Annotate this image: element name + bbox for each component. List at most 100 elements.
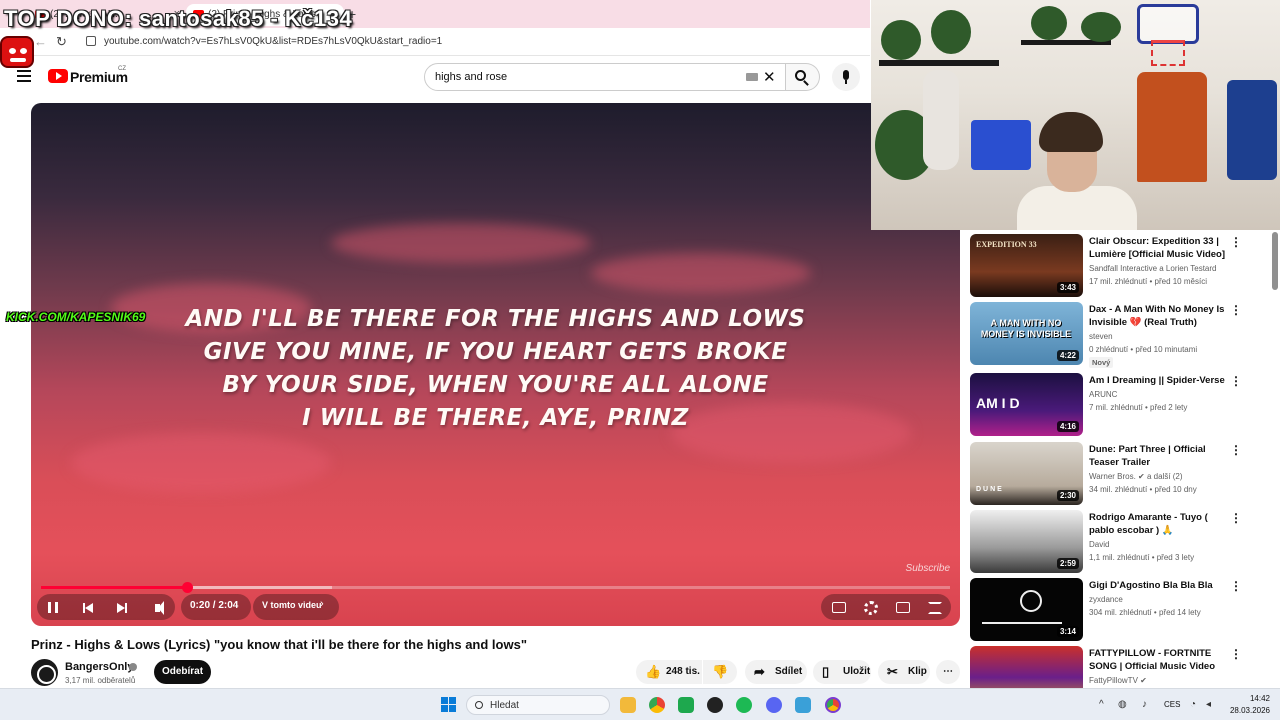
video-meta: 304 mil. zhlédnutí • před 14 lety	[1089, 608, 1201, 617]
thumbnail-figure	[1020, 590, 1042, 612]
video-thumbnail[interactable]: EXPEDITION 33 3:43	[970, 234, 1083, 297]
recommendation-item[interactable]: EXPEDITION 33 3:43 Clair Obscur: Expedit…	[970, 232, 1270, 298]
like-count: 248 tis.	[666, 666, 700, 677]
next-button[interactable]	[109, 596, 133, 620]
share-button[interactable]: ➦ Sdílet	[745, 660, 807, 684]
subscribe-watermark[interactable]: Subscribe	[906, 563, 950, 574]
video-thumbnail[interactable]	[970, 646, 1083, 688]
save-button[interactable]: ▯ Uložit	[813, 660, 871, 684]
lyrics-overlay: AND I'LL BE THERE FOR THE HIGHS AND LOWS…	[31, 303, 960, 435]
green-app-icon[interactable]	[678, 697, 694, 713]
lyric-line: AND I'LL BE THERE FOR THE HIGHS AND LOWS	[185, 306, 806, 332]
more-actions-button[interactable]: ⋯	[936, 660, 960, 684]
recommendation-item[interactable]: A MAN WITH NO MONEY IS INVISIBLE 4:22 Da…	[970, 300, 1270, 368]
recommendation-item[interactable]: FATTYPILLOW - FORTNITE SONG | Official M…	[970, 644, 1270, 688]
progress-scrubber[interactable]	[182, 582, 194, 593]
channel-name[interactable]: steven	[1089, 332, 1113, 341]
volume-button[interactable]	[149, 596, 173, 620]
chrome-profile-icon[interactable]	[825, 697, 841, 713]
more-vertical-icon[interactable]: ⋮	[1230, 579, 1242, 593]
channel-name[interactable]: ARUNC	[1089, 390, 1117, 399]
recommendation-item[interactable]: 2:59 Rodrigo Amarante - Tuyo ( pablo esc…	[970, 508, 1270, 574]
video-duration: 2:59	[1056, 558, 1079, 569]
fullscreen-button[interactable]	[923, 596, 947, 620]
more-vertical-icon[interactable]: ⋮	[1230, 647, 1242, 661]
hamburger-menu-icon[interactable]	[17, 70, 31, 82]
clock-time[interactable]: 14:42	[1226, 694, 1270, 703]
settings-button[interactable]	[859, 596, 883, 620]
recommendation-item[interactable]: AM I D 4:16 Am I Dreaming || Spider-Vers…	[970, 371, 1270, 437]
more-vertical-icon[interactable]: ⋮	[1230, 235, 1242, 249]
dislike-button[interactable]: 👎	[703, 660, 737, 684]
more-horizontal-icon: ⋯	[943, 666, 953, 677]
clock-date[interactable]: 28.03.2026	[1226, 706, 1270, 715]
discord-icon[interactable]	[766, 697, 782, 713]
sidebar-scrollbar[interactable]	[1272, 232, 1278, 290]
subtitles-button[interactable]	[827, 596, 851, 620]
video-title[interactable]: Rodrigo Amarante - Tuyo ( pablo escobar …	[1089, 511, 1227, 537]
voice-search-button[interactable]	[832, 63, 860, 91]
search-button[interactable]	[786, 63, 820, 91]
video-title[interactable]: Am I Dreaming || Spider-Verse	[1089, 374, 1227, 387]
recommendation-item[interactable]: DUNE 2:30 Dune: Part Three | Official Te…	[970, 440, 1270, 506]
channel-name[interactable]: zyxdance	[1089, 595, 1123, 604]
reload-icon[interactable]: ↻	[56, 34, 67, 50]
video-player[interactable]: AND I'LL BE THERE FOR THE HIGHS AND LOWS…	[31, 103, 960, 626]
clear-search-icon[interactable]: ✕	[763, 68, 776, 86]
taskbar-search-input[interactable]: Hledat	[466, 695, 610, 715]
video-title[interactable]: FATTYPILLOW - FORTNITE SONG | Official M…	[1089, 647, 1227, 673]
video-thumbnail[interactable]: 2:59	[970, 510, 1083, 573]
youtube-logo-icon[interactable]	[48, 69, 68, 83]
network-tray-icon[interactable]: ◍	[1118, 699, 1127, 710]
video-thumbnail[interactable]: DUNE 2:30	[970, 442, 1083, 505]
windows-taskbar: Hledat ^ ◍ ♪ CES ◔ ◂ 14:42 28.03.2026	[0, 688, 1280, 720]
file-explorer-icon[interactable]	[620, 697, 636, 713]
app-icon[interactable]	[795, 697, 811, 713]
search-input[interactable]: highs and rose ✕	[424, 63, 786, 91]
channel-name[interactable]: BangersOnly	[65, 661, 133, 673]
windows-start-icon[interactable]	[441, 697, 456, 712]
thumbs-up-icon: 👍	[645, 664, 662, 679]
channel-avatar[interactable]	[31, 659, 58, 686]
site-info-icon[interactable]	[86, 36, 96, 46]
chapter-label[interactable]: V tomto videu	[262, 600, 322, 610]
url-text[interactable]: youtube.com/watch?v=Es7hLsV0QkU&list=RDE…	[104, 36, 442, 47]
obs-icon[interactable]	[707, 697, 723, 713]
chevron-right-icon: ›	[320, 598, 324, 610]
input-language[interactable]: CES	[1164, 700, 1180, 709]
progress-bar[interactable]	[41, 582, 950, 593]
channel-name[interactable]: Warner Bros. ✔ a další (2)	[1089, 472, 1183, 481]
subscribe-button[interactable]: Odebírat	[154, 660, 211, 684]
previous-button[interactable]	[77, 596, 101, 620]
chevron-up-icon[interactable]: ^	[1099, 699, 1104, 710]
video-title[interactable]: Clair Obscur: Expedition 33 | Lumière [O…	[1089, 235, 1227, 261]
microphone-tray-icon[interactable]: ♪	[1142, 699, 1147, 710]
save-label: Uložit	[843, 666, 871, 677]
more-vertical-icon[interactable]: ⋮	[1230, 303, 1242, 317]
pause-button[interactable]	[41, 596, 65, 620]
back-icon[interactable]: ←	[34, 34, 47, 49]
video-title[interactable]: Gigi D'Agostino Bla Bla Bla	[1089, 579, 1227, 592]
video-title[interactable]: Dax - A Man With No Money Is Invisible 💔…	[1089, 303, 1227, 329]
chrome-icon[interactable]	[649, 697, 665, 713]
more-vertical-icon[interactable]: ⋮	[1230, 443, 1242, 457]
recommendation-item[interactable]: 3:14 Gigi D'Agostino Bla Bla Bla zyxdanc…	[970, 576, 1270, 642]
video-thumbnail[interactable]: AM I D 4:16	[970, 373, 1083, 436]
theater-mode-button[interactable]	[891, 596, 915, 620]
more-vertical-icon[interactable]: ⋮	[1230, 374, 1242, 388]
like-button[interactable]: 👍 248 tis.	[636, 660, 702, 684]
video-thumbnail[interactable]: 3:14	[970, 578, 1083, 641]
video-title[interactable]: Dune: Part Three | Official Teaser Trail…	[1089, 443, 1227, 469]
channel-name[interactable]: David	[1089, 540, 1109, 549]
keyboard-icon[interactable]	[746, 73, 758, 81]
spotify-icon[interactable]	[736, 697, 752, 713]
channel-name[interactable]: FattyPillowTV ✔	[1089, 676, 1147, 685]
more-vertical-icon[interactable]: ⋮	[1230, 511, 1242, 525]
wifi-icon[interactable]: ◔	[1190, 699, 1196, 710]
share-label: Sdílet	[775, 666, 803, 677]
channel-name[interactable]: Sandfall Interactive a Lorien Testard	[1089, 264, 1216, 273]
search-input-value[interactable]: highs and rose	[435, 71, 507, 83]
video-thumbnail[interactable]: A MAN WITH NO MONEY IS INVISIBLE 4:22	[970, 302, 1083, 365]
volume-tray-icon[interactable]: ◂	[1206, 699, 1211, 710]
clip-button[interactable]: ✂ Klip	[878, 660, 930, 684]
